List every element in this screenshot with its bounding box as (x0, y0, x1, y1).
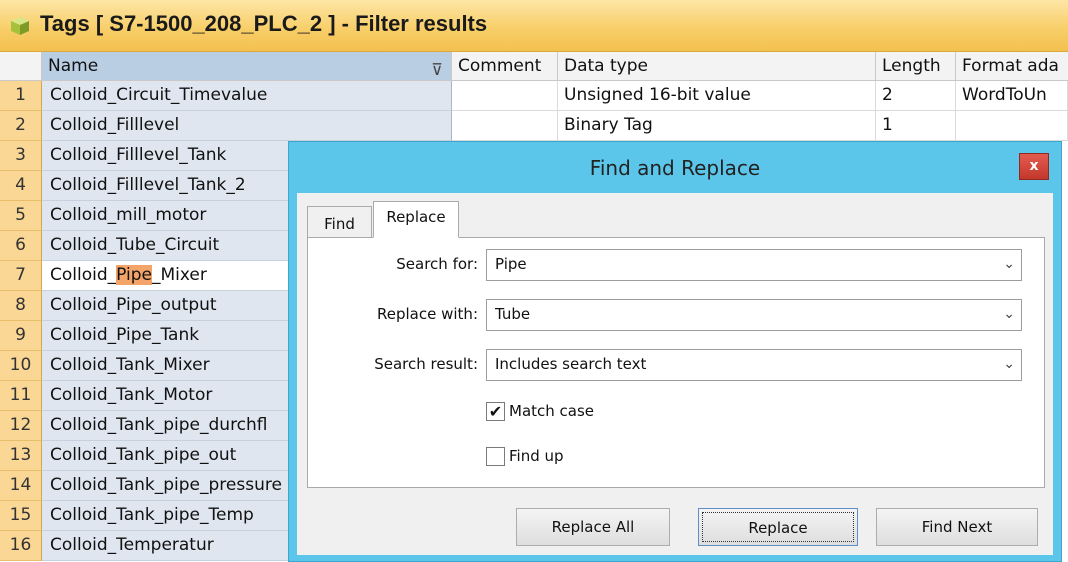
dialog-title: Find and Replace (589, 156, 761, 180)
search-highlight: Pipe (116, 265, 152, 285)
match-case-checkbox[interactable]: ✔ (486, 402, 505, 421)
search-for-value: Pipe (495, 255, 527, 273)
comment-cell[interactable] (452, 111, 558, 141)
replace-with-value: Tube (495, 305, 531, 323)
row-number[interactable]: 10 (0, 351, 42, 381)
editor-title-bar: Tags [ S7-1500_208_PLC_2 ] - Filter resu… (0, 0, 1068, 52)
row-number[interactable]: 16 (0, 531, 42, 561)
search-for-label: Search for: (396, 255, 478, 273)
row-number[interactable]: 12 (0, 411, 42, 441)
row-number[interactable]: 4 (0, 171, 42, 201)
window-title: Tags [ S7-1500_208_PLC_2 ] - Filter resu… (40, 11, 488, 36)
replace-with-combo[interactable]: Tube ⌄ (486, 299, 1022, 331)
chevron-down-icon[interactable]: ⌄ (1003, 250, 1015, 278)
column-header-comment[interactable]: Comment (452, 52, 558, 81)
column-header-length[interactable]: Length (876, 52, 956, 81)
row-number[interactable]: 7 (0, 261, 42, 291)
datatype-cell[interactable]: Binary Tag (558, 111, 876, 141)
row-number[interactable]: 6 (0, 231, 42, 261)
row-number[interactable]: 15 (0, 501, 42, 531)
tab-find[interactable]: Find (307, 206, 372, 238)
row-number[interactable]: 5 (0, 201, 42, 231)
close-button[interactable]: x (1019, 153, 1049, 180)
tag-name-cell[interactable]: Colloid_Filllevel (42, 111, 452, 141)
tag-name-cell[interactable]: Colloid_Circuit_Timevalue (42, 81, 452, 111)
column-header-name[interactable]: Name ⊽ (42, 52, 452, 81)
checkmark-icon: ✔ (488, 402, 503, 421)
row-number[interactable]: 13 (0, 441, 42, 471)
tag-name-text: _Mixer (152, 265, 207, 285)
header-corner[interactable] (0, 52, 42, 81)
replace-with-label: Replace with: (377, 305, 478, 323)
dialog-client: Find Replace Search for: Pipe ⌄ Replace … (297, 193, 1053, 555)
column-header-format[interactable]: Format ada (956, 52, 1068, 81)
format-cell[interactable] (956, 111, 1068, 141)
tab-replace[interactable]: Replace (373, 201, 459, 238)
length-cell[interactable]: 1 (876, 111, 956, 141)
find-replace-dialog: Find and Replace x Find Replace Search f… (288, 141, 1062, 562)
column-header-datatype[interactable]: Data type (558, 52, 876, 81)
search-result-combo[interactable]: Includes search text ⌄ (486, 349, 1022, 381)
find-next-button[interactable]: Find Next (876, 508, 1038, 546)
replace-button[interactable]: Replace (698, 508, 858, 546)
replace-panel: Search for: Pipe ⌄ Replace with: Tube ⌄ … (307, 237, 1045, 488)
tag-name-text: Colloid_ (50, 265, 117, 285)
datatype-cell[interactable]: Unsigned 16-bit value (558, 81, 876, 111)
row-number[interactable]: 9 (0, 321, 42, 351)
row-number[interactable]: 2 (0, 111, 42, 141)
comment-cell[interactable] (452, 81, 558, 111)
filter-icon[interactable]: ⊽ (431, 56, 443, 80)
match-case-label: Match case (509, 402, 595, 420)
search-result-label: Search result: (374, 355, 478, 373)
tag-table-icon (11, 17, 29, 35)
find-up-checkbox[interactable] (486, 447, 505, 466)
search-result-value: Includes search text (495, 355, 647, 373)
format-cell[interactable]: WordToUn (956, 81, 1068, 111)
replace-all-button[interactable]: Replace All (516, 508, 670, 546)
find-up-label: Find up (509, 447, 564, 465)
row-number[interactable]: 1 (0, 81, 42, 111)
search-for-combo[interactable]: Pipe ⌄ (486, 249, 1022, 281)
row-number[interactable]: 8 (0, 291, 42, 321)
chevron-down-icon[interactable]: ⌄ (1003, 300, 1015, 328)
row-number[interactable]: 14 (0, 471, 42, 501)
chevron-down-icon[interactable]: ⌄ (1003, 350, 1015, 378)
row-number[interactable]: 3 (0, 141, 42, 171)
row-number[interactable]: 11 (0, 381, 42, 411)
length-cell[interactable]: 2 (876, 81, 956, 111)
